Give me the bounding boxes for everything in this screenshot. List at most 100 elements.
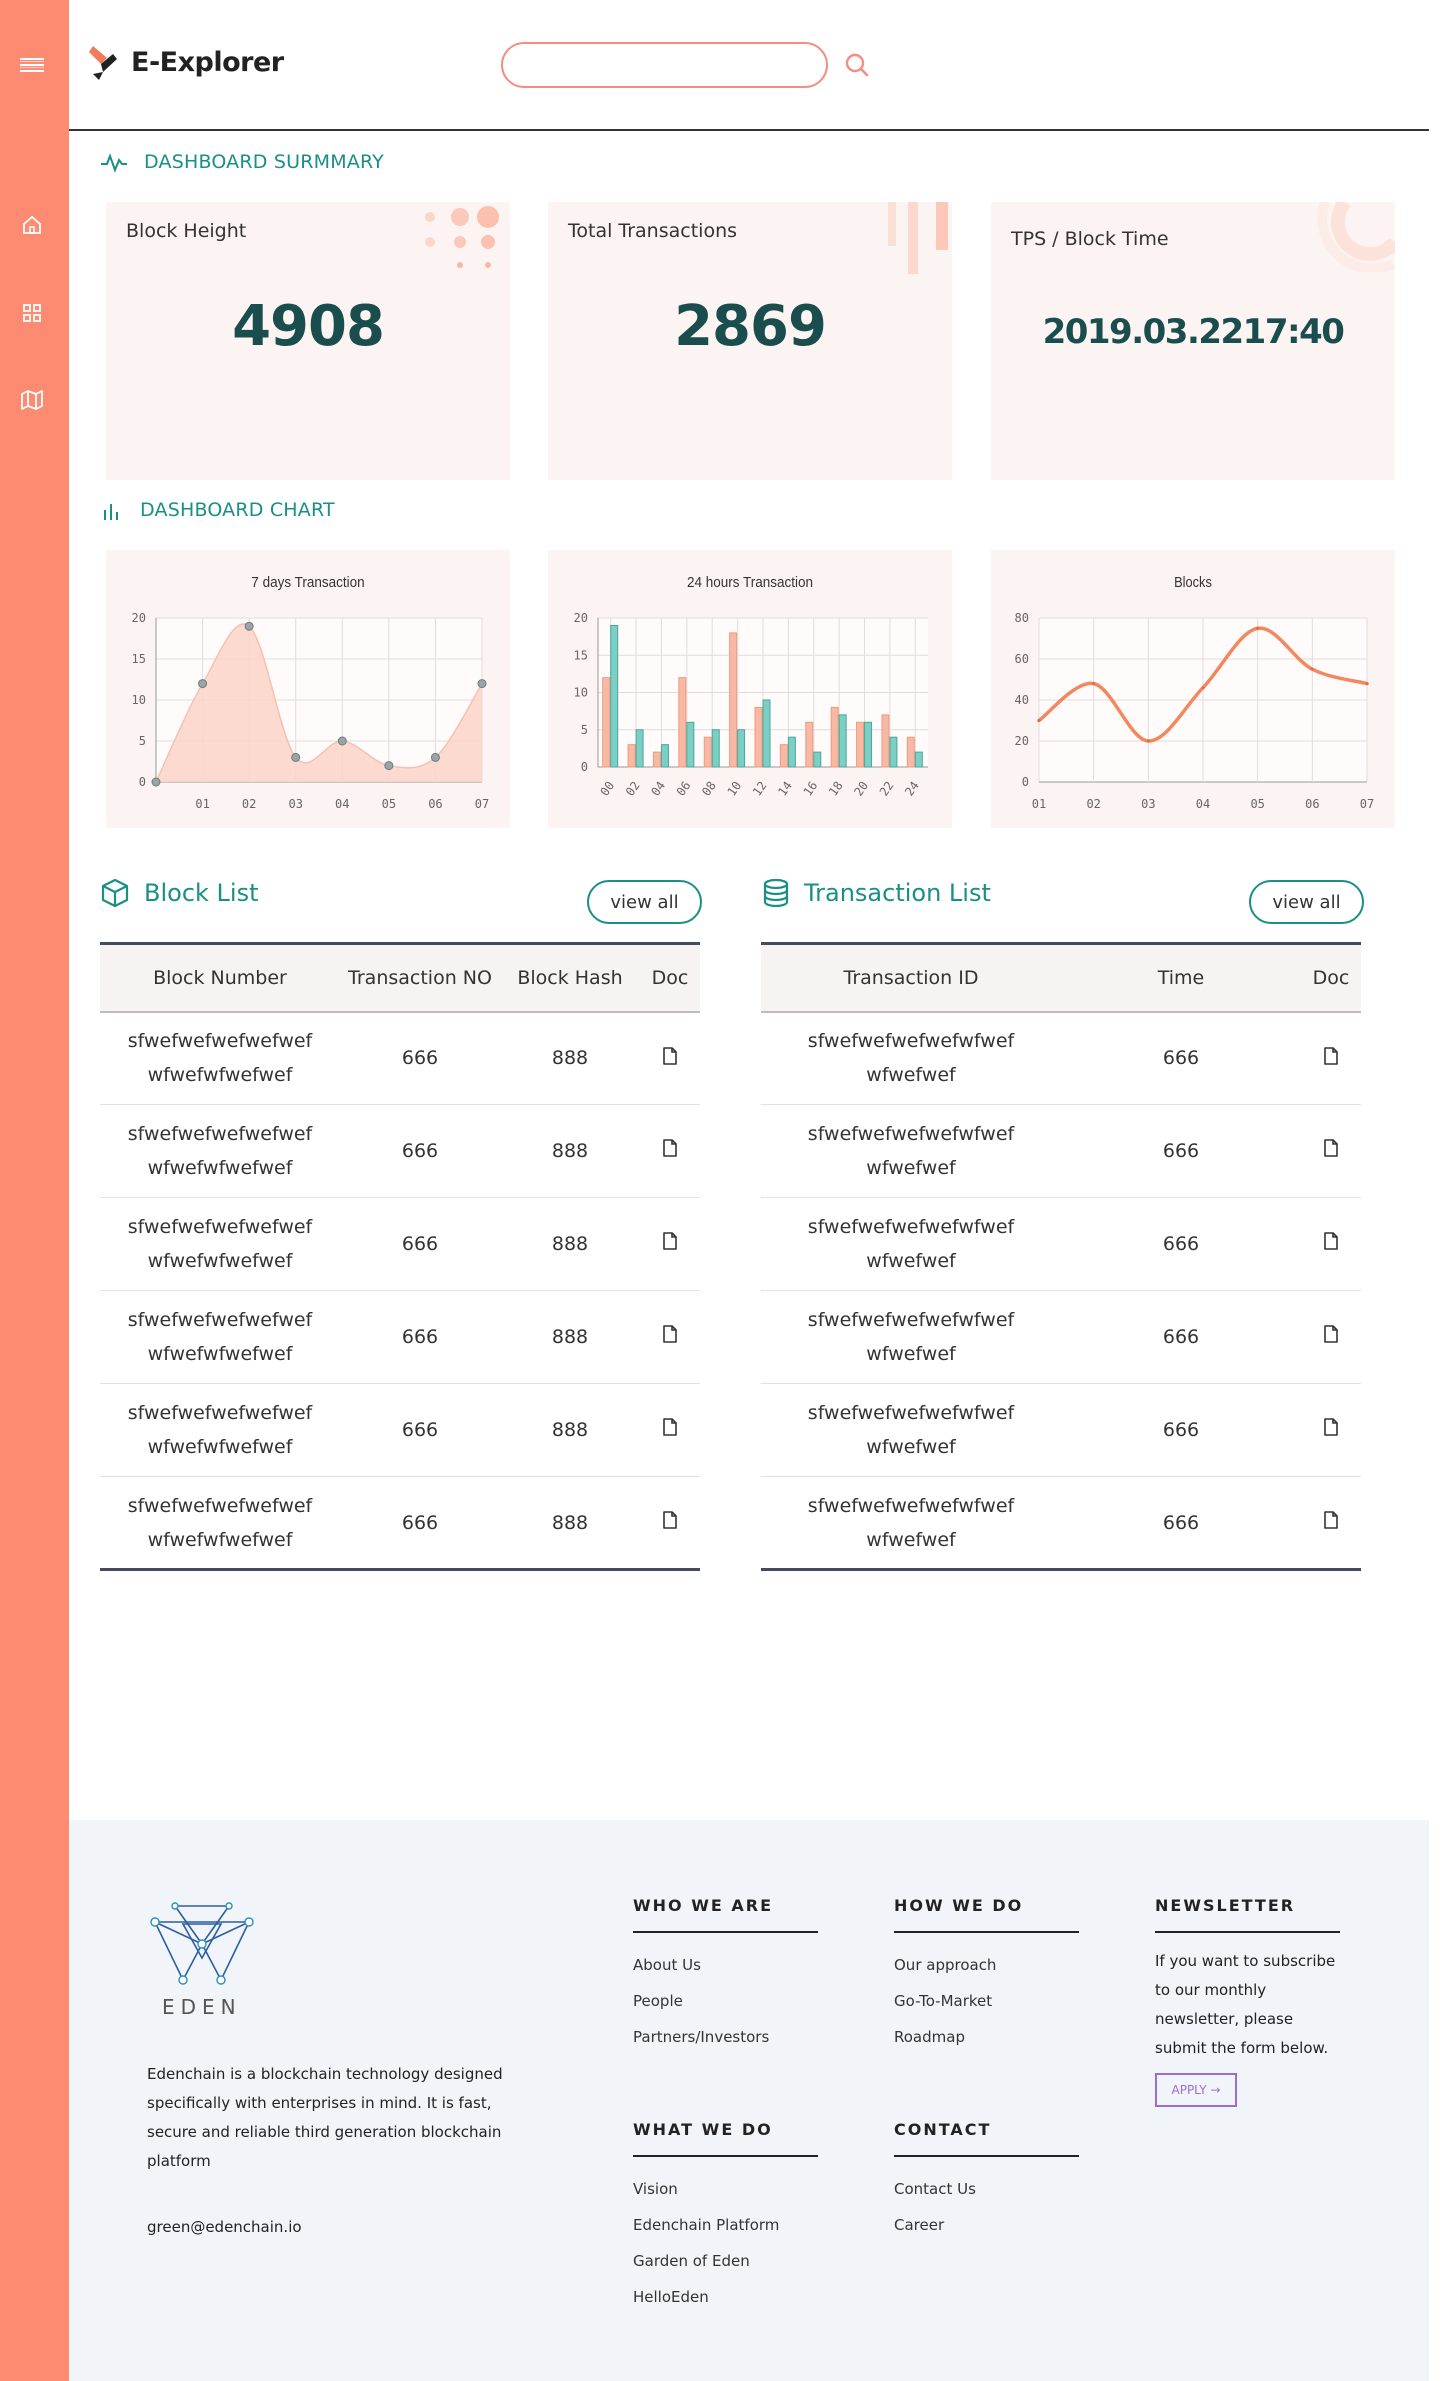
- y-tick-label: 5: [139, 734, 146, 748]
- footer-link-roadmap[interactable]: Roadmap: [894, 2019, 1079, 2055]
- block-number-cell: sfwefwefwefwefwef wfwefwfwefwef: [100, 1477, 340, 1570]
- x-tick-label: 04: [648, 779, 668, 799]
- block-hash-cell: 888: [500, 1290, 640, 1384]
- x-tick-label: 00: [598, 779, 618, 799]
- doc-icon[interactable]: [662, 1320, 678, 1354]
- block-list-header: Block List: [100, 878, 259, 908]
- footer-link-people[interactable]: People: [633, 1983, 818, 2019]
- table-row[interactable]: sfwefwefwefwefwef wfwefwfwefwef 666 888: [100, 1011, 700, 1105]
- doc-cell: [1301, 1477, 1361, 1570]
- data-point: [291, 752, 301, 762]
- block-number-line-2: wfwefwfwefwef: [147, 1250, 293, 1272]
- bar-chart-icon: [104, 504, 118, 520]
- transaction-id-cell: sfwefwefwefwefwfwef wfwefwef: [761, 1477, 1061, 1570]
- grid-icon[interactable]: [17, 298, 47, 328]
- column-header: Time: [1061, 943, 1301, 1013]
- x-tick-label: 10: [724, 779, 744, 799]
- x-tick-label: 02: [242, 797, 256, 811]
- table-row[interactable]: sfwefwefwefwefwfwef wfwefwef 666: [761, 1011, 1361, 1105]
- block-number-line-2: wfwefwfwefwef: [147, 1343, 293, 1365]
- menu-icon[interactable]: [17, 50, 47, 80]
- time-cell: 666: [1061, 1383, 1301, 1477]
- footer-link-garden-of-eden[interactable]: Garden of Eden: [633, 2243, 818, 2279]
- footer-link-our-approach[interactable]: Our approach: [894, 1947, 1079, 1983]
- doc-icon[interactable]: [1323, 1506, 1339, 1540]
- time-cell: 666: [1162, 1511, 1200, 1534]
- doc-icon[interactable]: [1323, 1227, 1339, 1261]
- doc-icon[interactable]: [1323, 1413, 1339, 1447]
- footer-link-vision[interactable]: Vision: [633, 2171, 818, 2207]
- footer-link-about-us[interactable]: About Us: [633, 1947, 818, 1983]
- x-tick-label: 20: [851, 779, 871, 799]
- eden-logo-icon: [150, 1902, 254, 1985]
- x-tick-label: 02: [623, 779, 643, 799]
- arc-decoration-icon: [1317, 202, 1395, 272]
- home-icon[interactable]: [17, 210, 47, 240]
- transaction-list-title: Transaction List: [804, 879, 991, 907]
- block-hash-cell: 888: [551, 1511, 589, 1534]
- table-row[interactable]: sfwefwefwefwefwef wfwefwfwefwef 666 888: [100, 1477, 700, 1570]
- footer-link-career[interactable]: Career: [894, 2207, 1079, 2243]
- map-icon[interactable]: [17, 385, 47, 415]
- doc-icon[interactable]: [662, 1134, 678, 1168]
- doc-icon[interactable]: [1323, 1320, 1339, 1354]
- block-hash-cell: 888: [500, 1197, 640, 1291]
- block-list-view-all-button[interactable]: view all: [587, 880, 702, 924]
- table-row[interactable]: sfwefwefwefwefwfwef wfwefwef 666: [761, 1383, 1361, 1477]
- x-tick-label: 01: [195, 797, 209, 811]
- start-point: [151, 777, 161, 787]
- column-header: Block Hash: [500, 943, 640, 1013]
- bar: [838, 714, 847, 768]
- search-input[interactable]: [501, 42, 828, 88]
- doc-icon[interactable]: [662, 1506, 678, 1540]
- doc-icon[interactable]: [1323, 1134, 1339, 1168]
- table-row[interactable]: sfwefwefwefwefwef wfwefwfwefwef 666 888: [100, 1383, 700, 1477]
- data-point: [1146, 739, 1150, 743]
- block-list-title: Block List: [144, 879, 259, 907]
- footer-link-edenchain-platform[interactable]: Edenchain Platform: [633, 2207, 818, 2243]
- apply-button[interactable]: APPLY →: [1155, 2073, 1237, 2107]
- time-cell: 666: [1061, 1104, 1301, 1198]
- cube-icon: [101, 878, 129, 908]
- table-row[interactable]: sfwefwefwefwefwfwef wfwefwef 666: [761, 1290, 1361, 1384]
- search-icon[interactable]: [842, 50, 872, 80]
- block-number-line-1: sfwefwefwefwefwef: [127, 1030, 313, 1053]
- x-tick-label: 14: [775, 779, 795, 799]
- doc-cell: [1301, 1011, 1361, 1105]
- footer-link-contact-us[interactable]: Contact Us: [894, 2171, 1079, 2207]
- x-tick-label: 01: [1032, 797, 1046, 811]
- x-tick-label: 08: [699, 779, 719, 799]
- chart-title: DASHBOARD CHART: [140, 499, 335, 521]
- logo[interactable]: E-Explorer: [87, 42, 284, 82]
- table-row[interactable]: sfwefwefwefwefwfwef wfwefwef 666: [761, 1104, 1361, 1198]
- doc-icon[interactable]: [662, 1227, 678, 1261]
- who-we-are-heading: WHO WE ARE: [633, 1896, 818, 1933]
- table-row[interactable]: sfwefwefwefwefwef wfwefwfwefwef 666 888: [100, 1104, 700, 1198]
- column-header: Transaction NO: [340, 943, 500, 1013]
- dots-decoration-icon: [425, 206, 499, 268]
- table-row[interactable]: sfwefwefwefwefwef wfwefwfwefwef 666 888: [100, 1197, 700, 1291]
- table-header-row: Transaction ID Time Doc: [761, 943, 1361, 1013]
- data-point: [244, 621, 254, 631]
- doc-cell: [1301, 1383, 1361, 1477]
- apply-label: APPLY: [1171, 2083, 1207, 2097]
- x-tick-label: 24: [902, 779, 922, 799]
- block-number-line-2: wfwefwfwefwef: [147, 1528, 293, 1551]
- footer-link-partners[interactable]: Partners/Investors: [633, 2019, 818, 2055]
- doc-icon[interactable]: [662, 1042, 678, 1076]
- doc-cell: [1301, 1104, 1361, 1198]
- footer-link-helloeden[interactable]: HelloEden: [633, 2279, 818, 2315]
- footer-email[interactable]: green@edenchain.io: [147, 2218, 302, 2236]
- table-row[interactable]: sfwefwefwefwefwfwef wfwefwef 666: [761, 1477, 1361, 1570]
- table-row[interactable]: sfwefwefwefwefwfwef wfwefwef 666: [761, 1197, 1361, 1291]
- table-row[interactable]: sfwefwefwefwefwef wfwefwfwefwef 666 888: [100, 1290, 700, 1384]
- doc-icon[interactable]: [1323, 1042, 1339, 1076]
- bar: [711, 729, 720, 768]
- doc-cell: [1301, 1197, 1361, 1291]
- x-tick-label: 06: [674, 779, 694, 799]
- y-tick-label: 20: [1015, 734, 1029, 748]
- transaction-list-view-all-button[interactable]: view all: [1249, 880, 1364, 924]
- doc-icon[interactable]: [662, 1413, 678, 1447]
- top-header: E-Explorer: [69, 0, 1429, 131]
- footer-link-go-to-market[interactable]: Go-To-Market: [894, 1983, 1079, 2019]
